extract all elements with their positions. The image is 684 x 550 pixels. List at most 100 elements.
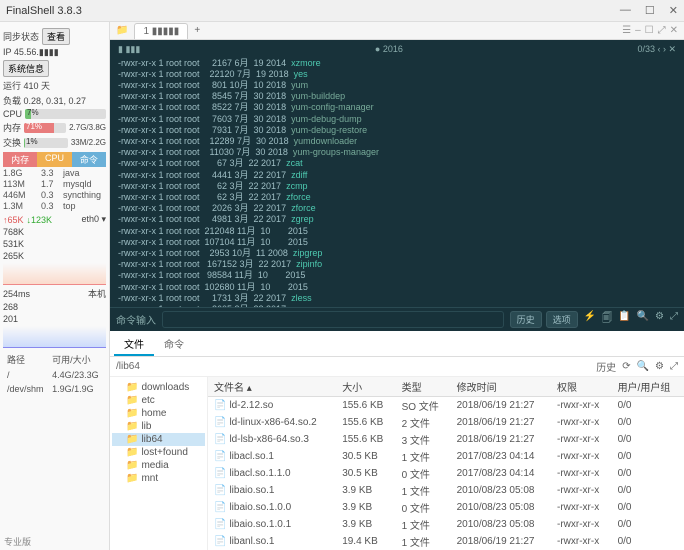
- tree-item[interactable]: 📁mnt: [112, 472, 205, 485]
- file-icon: 📄: [214, 400, 226, 411]
- term-line: -rwxr-xr-x 1 root root 1731 3月 22 2017 z…: [118, 293, 676, 304]
- swap-label: 交换: [3, 136, 21, 149]
- tree-item[interactable]: 📁lost+found: [112, 446, 205, 459]
- folder-icon: 📁: [126, 395, 138, 406]
- sysinfo-button[interactable]: 系统信息: [3, 60, 49, 77]
- tab-files[interactable]: 文件: [114, 333, 154, 356]
- proc-row: 1.3M0.3top: [3, 201, 106, 211]
- clipboard-icon[interactable]: 📋: [618, 311, 630, 328]
- file-col-header[interactable]: 权限: [551, 377, 612, 397]
- tree-item[interactable]: 📁lib: [112, 420, 205, 433]
- net-sparkline: [3, 263, 106, 285]
- expand-icon[interactable]: ⤢: [670, 311, 678, 328]
- edition-label: 专业版: [0, 533, 35, 550]
- topbar-tool-1[interactable]: –: [635, 25, 641, 36]
- latency-host[interactable]: 本机: [88, 287, 106, 300]
- file-row[interactable]: 📄libacl.so.130.5 KB1 文件2017/08/23 04:14-…: [208, 448, 684, 465]
- tree-item[interactable]: 📁downloads: [112, 381, 205, 394]
- lat-v2: 201: [3, 314, 106, 324]
- file-row[interactable]: 📄libaio.so.13.9 KB1 文件2010/08/23 05:08-r…: [208, 482, 684, 499]
- file-row[interactable]: 📄ld-lsb-x86-64.so.3155.6 KB3 文件2018/06/1…: [208, 431, 684, 448]
- tab-cmd[interactable]: 命令: [72, 152, 106, 167]
- tab-mem[interactable]: 内存: [3, 152, 37, 167]
- file-row[interactable]: 📄libaio.so.1.0.13.9 KB1 文件2010/08/23 05:…: [208, 516, 684, 533]
- net-iface[interactable]: eth0 ▾: [81, 214, 106, 225]
- path-display[interactable]: /lib64: [116, 361, 590, 372]
- search-icon[interactable]: 🔍: [637, 361, 649, 372]
- topbar-tool-0[interactable]: ☰: [622, 25, 631, 36]
- cmd-label: 命令输入: [116, 312, 156, 327]
- file-col-header[interactable]: 文件名 ▴: [208, 377, 336, 397]
- refresh-icon[interactable]: ⟳: [622, 361, 630, 372]
- topbar-tool-3[interactable]: ⤢: [658, 25, 666, 36]
- options-button[interactable]: 选项: [546, 311, 578, 328]
- term-line: -rwxr-xr-x 1 root root 8545 7月 30 2018 y…: [118, 91, 676, 102]
- folder-icon: 📁: [126, 421, 138, 432]
- folder-icon: 📁: [126, 473, 138, 484]
- history-button[interactable]: 历史: [510, 311, 542, 328]
- close-icon[interactable]: ✕: [669, 4, 678, 17]
- file-row[interactable]: 📄libanl.so.119.4 KB1 文件2018/06/19 21:27-…: [208, 533, 684, 550]
- term-line: -rwxr-xr-x 1 root root 4981 3月 22 2017 z…: [118, 214, 676, 225]
- term-line: -rwxr-xr-x 1 root root 4441 3月 22 2017 z…: [118, 170, 676, 181]
- term-line: -rwxr-xr-x 1 root root 2953 10月 11 2008 …: [118, 248, 676, 259]
- route-row: /dev/shm1.9G/1.9G: [5, 383, 104, 395]
- copy-icon[interactable]: 🗐: [602, 311, 612, 328]
- proc-row: 446M0.3syncthing: [3, 190, 106, 200]
- session-tab[interactable]: 1 ▮▮▮▮▮: [134, 23, 188, 39]
- tree-item[interactable]: 📁home: [112, 407, 205, 420]
- terminal[interactable]: ▮ ▮▮▮ ● 2016 0/33 ‹ › ✕ -rwxr-xr-x 1 roo…: [110, 40, 684, 307]
- folder-icon: 📁: [126, 408, 138, 419]
- folder-icon: 📁: [126, 447, 138, 458]
- file-col-header[interactable]: 用户/用户组: [612, 377, 684, 397]
- cpu-label: CPU: [3, 109, 22, 119]
- file-row[interactable]: 📄ld-linux-x86-64.so.2155.6 KB2 文件2018/06…: [208, 414, 684, 431]
- tree-item[interactable]: 📁etc: [112, 394, 205, 407]
- file-tree[interactable]: 📁downloads📁etc📁home📁lib📁lib64📁lost+found…: [110, 377, 208, 550]
- term-line: -rwxr-xr-x 1 root root 22120 7月 19 2018 …: [118, 69, 676, 80]
- file-icon: 📄: [214, 502, 226, 513]
- gear-icon[interactable]: ⚙: [655, 311, 664, 328]
- term-line: -rwxr-xr-x 1 root root 12289 7月 30 2018 …: [118, 136, 676, 147]
- term-line: -rwxr-xr-x 1 root root 2026 3月 22 2017 z…: [118, 203, 676, 214]
- maximize-icon[interactable]: ☐: [645, 4, 655, 17]
- folder-icon: 📁: [126, 434, 138, 445]
- search-icon[interactable]: 🔍: [637, 311, 649, 328]
- uptime: 运行 410 天: [3, 79, 106, 92]
- mem-label: 内存: [3, 121, 21, 134]
- tab-commands[interactable]: 命令: [154, 333, 194, 356]
- expand-icon[interactable]: ⤢: [670, 361, 678, 372]
- file-row[interactable]: 📄libaio.so.1.0.03.9 KB0 文件2010/08/23 05:…: [208, 499, 684, 516]
- cmd-input[interactable]: [162, 311, 504, 328]
- sidebar: 同步状态 查看 IP 45.56.▮▮▮▮ 系统信息 运行 410 天 负载 0…: [0, 22, 110, 550]
- proc-row: 1.8G3.3java: [3, 168, 106, 178]
- sync-status: 同步状态: [3, 30, 39, 43]
- file-row[interactable]: 📄ld-2.12.so155.6 KBSO 文件2018/06/19 21:27…: [208, 397, 684, 415]
- latency-ms: 254ms: [3, 289, 30, 299]
- term-line: -rwxr-xr-x 1 root root 67 3月 22 2017 zca…: [118, 158, 676, 169]
- file-col-header[interactable]: 大小: [336, 377, 395, 397]
- tree-item[interactable]: 📁media: [112, 459, 205, 472]
- term-line: -rwxr-xr-x 1 root root 2605 3月 22 2017 z…: [118, 304, 676, 307]
- tab-cpu[interactable]: CPU: [37, 152, 71, 167]
- topbar-tool-4[interactable]: ✕: [670, 25, 678, 36]
- view-button[interactable]: 查看: [42, 28, 70, 45]
- gear-icon[interactable]: ⚙: [655, 361, 664, 372]
- file-row[interactable]: 📄libacl.so.1.1.030.5 KB0 文件2017/08/23 04…: [208, 465, 684, 482]
- file-icon: 📄: [214, 485, 226, 496]
- net-v1: 768K: [3, 227, 106, 237]
- window-title: FinalShell 3.8.3: [6, 5, 82, 17]
- topbar-tool-2[interactable]: ☐: [645, 25, 654, 36]
- file-col-header[interactable]: 类型: [396, 377, 451, 397]
- route-row: /4.4G/23.3G: [5, 369, 104, 381]
- add-tab-button[interactable]: +: [194, 25, 200, 36]
- term-status-right[interactable]: 0/33 ‹ › ✕: [637, 44, 676, 55]
- minimize-icon[interactable]: —: [620, 4, 631, 17]
- file-icon: 📄: [214, 468, 226, 479]
- tree-item[interactable]: 📁lib64: [112, 433, 205, 446]
- folder-icon[interactable]: 📁: [116, 25, 128, 36]
- term-line: -rwxr-xr-x 1 root root 62 3月 22 2017 zfo…: [118, 192, 676, 203]
- bolt-icon[interactable]: ⚡: [584, 311, 596, 328]
- file-col-header[interactable]: 修改时间: [451, 377, 551, 397]
- path-history-button[interactable]: 历史: [596, 359, 616, 374]
